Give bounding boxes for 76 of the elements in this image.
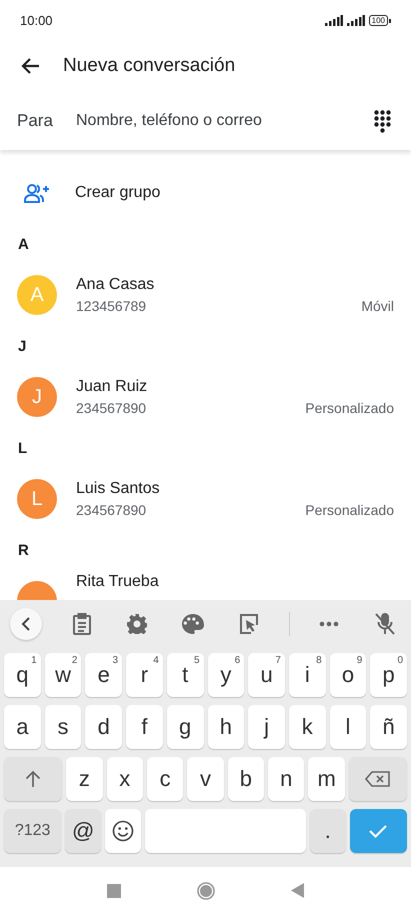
key[interactable]: j [248, 705, 285, 749]
contact-item[interactable]: A Ana Casas 123456789 Móvil [0, 261, 411, 329]
to-label: Para [17, 111, 54, 131]
create-group-item[interactable]: Crear grupo [0, 164, 411, 222]
key[interactable]: l [330, 705, 366, 749]
contact-number: 123456789 [76, 298, 148, 314]
number-type: Personalizado [305, 502, 394, 518]
key-hint: 6 [234, 655, 240, 666]
key[interactable]: g [166, 705, 204, 749]
add-group-icon [24, 183, 50, 203]
emoji-icon [112, 820, 134, 842]
recents-icon[interactable] [107, 884, 121, 898]
shift-icon [25, 770, 42, 788]
symbols-key[interactable]: ?123 [4, 809, 62, 853]
key[interactable]: m [308, 757, 345, 801]
contact-avatar: J [17, 377, 57, 417]
key-hint: 2 [72, 655, 78, 666]
key-hint: 7 [275, 655, 281, 666]
key[interactable]: h [208, 705, 244, 749]
section-letter: J [17, 336, 28, 356]
key[interactable]: x [106, 757, 143, 801]
back-arrow-icon[interactable] [20, 57, 40, 75]
key[interactable]: z [66, 757, 103, 801]
recipient-input[interactable]: Nombre, teléfono o correo [76, 112, 374, 130]
contact-name: Luis Santos [76, 480, 161, 498]
backspace-icon [365, 771, 390, 787]
home-icon[interactable] [197, 882, 215, 900]
key-hint: 1 [31, 655, 37, 666]
contact-name: Rita Trueba [76, 573, 160, 591]
section-letter: L [17, 438, 28, 458]
key[interactable]: c [146, 757, 184, 801]
number-type: Móvil [361, 298, 394, 314]
back-icon[interactable] [291, 883, 304, 898]
contact-name: Ana Casas [76, 276, 156, 294]
key[interactable]: f [126, 705, 163, 749]
key[interactable]: v [187, 757, 224, 801]
key[interactable]: . [310, 809, 346, 853]
dialpad-icon[interactable] [374, 110, 391, 132]
contact-item[interactable]: L Luis Santos 234567890 Personalizado [0, 465, 411, 533]
contact-number: 234567890 [76, 502, 148, 518]
status-time: 10:00 [20, 12, 53, 28]
key[interactable]: n [268, 757, 304, 801]
screen-title: Nueva conversación [63, 55, 236, 77]
shift-key[interactable] [4, 757, 62, 801]
key[interactable]: b [228, 757, 264, 801]
contact-item[interactable]: J Juan Ruiz 234567890 Personalizado [0, 363, 411, 431]
key[interactable]: d [85, 705, 122, 749]
key-hint: 3 [112, 655, 118, 666]
key-hint: 4 [153, 655, 159, 666]
key[interactable]: a [4, 705, 41, 749]
contact-number: 234567890 [76, 400, 148, 416]
emoji-key[interactable] [105, 809, 141, 853]
signal-icon [324, 14, 343, 26]
section-letter: A [17, 234, 30, 254]
key-hint: 5 [194, 655, 200, 666]
backspace-key[interactable] [348, 757, 408, 801]
key-hint: 8 [316, 655, 322, 666]
collapse-button[interactable] [10, 608, 42, 640]
key[interactable]: i 8 [288, 653, 326, 697]
chevron-icon [21, 616, 31, 630]
signal-icon [346, 14, 365, 26]
contact-avatar: A [17, 275, 57, 315]
section-letter: R [17, 540, 30, 560]
key-hint: 0 [397, 655, 404, 666]
contact-avatar: L [17, 479, 57, 519]
key[interactable]: t 5 [166, 653, 204, 697]
key[interactable]: ñ [370, 705, 408, 749]
check-icon [368, 823, 388, 839]
key[interactable]: s [44, 705, 82, 749]
key[interactable]: r 4 [126, 653, 163, 697]
contact-name: Juan Ruiz [76, 378, 148, 396]
key[interactable]: k [288, 705, 326, 749]
battery-indicator: 100 [368, 14, 388, 26]
key-hint: 9 [356, 655, 362, 666]
key[interactable]: @ [65, 809, 102, 853]
number-type: Personalizado [305, 400, 394, 416]
